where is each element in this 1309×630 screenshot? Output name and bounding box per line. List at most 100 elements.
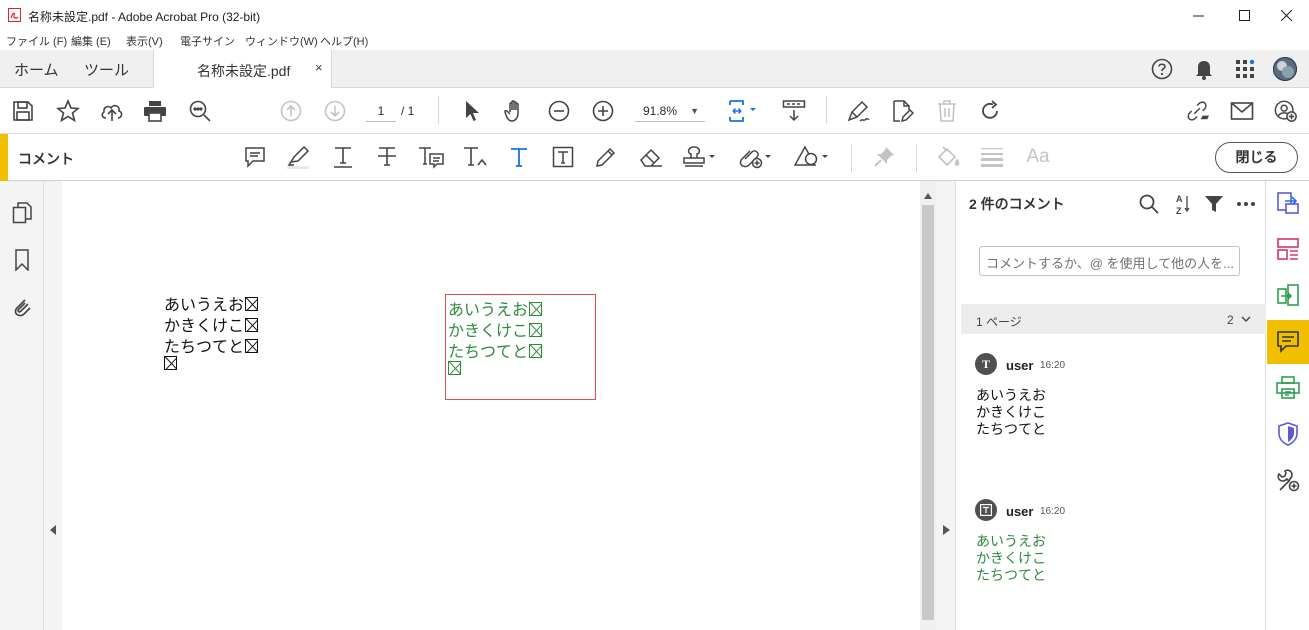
comment-entry[interactable]: user 16:20 あいうえお かきくけこ たちつてと [975, 499, 1255, 609]
close-comment-tool-button[interactable]: 閉じる [1215, 142, 1298, 173]
missing-glyph-box [529, 344, 543, 358]
hand-tool-icon[interactable] [503, 99, 527, 123]
pin-icon[interactable] [872, 145, 896, 169]
delete-trash-icon[interactable] [935, 99, 959, 123]
right-pane-collapse-strip[interactable] [936, 181, 956, 630]
sort-az-icon[interactable]: AZ [1171, 193, 1193, 215]
scroll-up-arrow-icon[interactable] [924, 193, 932, 199]
close-window-button[interactable] [1263, 0, 1309, 30]
left-pane-collapse-strip[interactable] [44, 181, 62, 630]
document-text-line: たちつてと [164, 333, 259, 357]
next-page-icon[interactable] [323, 99, 347, 123]
scroll-mode-icon[interactable] [782, 99, 806, 123]
right-tools-rail [1267, 181, 1309, 630]
menu-help[interactable]: ヘルプ(H) [320, 33, 368, 49]
missing-glyph-box [245, 339, 259, 353]
bookmark-star-icon[interactable] [56, 99, 80, 123]
protect-shield-icon[interactable] [1276, 422, 1300, 446]
organize-pages-icon[interactable] [1276, 237, 1300, 261]
shapes-icon[interactable] [793, 145, 831, 169]
line-weight-icon[interactable] [980, 145, 1004, 169]
comment-time: 16:20 [1040, 360, 1066, 371]
highlight-pen-icon[interactable] [286, 145, 310, 169]
chevron-down-icon [1241, 316, 1251, 322]
combine-files-icon[interactable] [1276, 283, 1300, 307]
menu-view[interactable]: 表示(V) [126, 33, 163, 49]
replace-text-icon[interactable] [417, 145, 445, 169]
underline-text-icon[interactable] [331, 145, 355, 169]
page-group-count: 2 [1227, 313, 1234, 327]
more-options-icon[interactable] [1235, 193, 1257, 215]
caret-right-icon[interactable] [943, 525, 950, 535]
edit-pdf-icon[interactable] [890, 99, 914, 123]
help-icon[interactable] [1150, 57, 1174, 81]
comment-author: user [1006, 504, 1034, 519]
missing-glyph-box [529, 302, 543, 316]
comment-entry[interactable]: T user 16:20 あいうえお かきくけこ たちつてと [975, 353, 1255, 463]
attach-file-icon[interactable] [737, 145, 773, 169]
add-text-icon[interactable] [507, 145, 531, 169]
text-box-icon[interactable] [551, 145, 575, 169]
upload-cloud-icon[interactable] [100, 99, 124, 123]
zoom-in-icon[interactable] [591, 99, 615, 123]
comment-input[interactable]: コメントするか、@ を使用して他の人を... [979, 246, 1240, 276]
print-icon[interactable] [143, 99, 167, 123]
page-fit-icon[interactable] [726, 99, 762, 123]
print-production-icon[interactable] [1276, 376, 1300, 400]
menu-edit[interactable]: 編集 (E) [71, 33, 111, 49]
notification-bell-icon[interactable] [1192, 57, 1216, 81]
fill-color-icon[interactable] [935, 145, 961, 169]
comment-tool-icon[interactable] [1276, 330, 1300, 354]
scrollbar-thumb[interactable] [922, 205, 934, 620]
maximize-button[interactable] [1221, 0, 1267, 30]
minimize-icon [1192, 15, 1204, 16]
left-navigation-pane [0, 181, 44, 630]
share-link-icon[interactable] [1186, 99, 1210, 123]
search-icon[interactable] [1138, 193, 1160, 215]
select-cursor-icon[interactable] [460, 99, 484, 123]
acrobat-pdf-icon [8, 8, 21, 22]
strikethrough-text-icon[interactable] [375, 145, 399, 169]
bookmark-icon[interactable] [10, 248, 34, 272]
svg-text:Z: Z [1176, 206, 1182, 215]
attachments-paperclip-icon[interactable] [10, 294, 34, 318]
add-user-icon[interactable] [1274, 99, 1298, 123]
zoom-out-icon[interactable] [547, 99, 571, 123]
page-thumbnails-icon[interactable] [10, 201, 34, 225]
filter-icon[interactable] [1203, 193, 1225, 215]
zoom-level-value: 91.8% [643, 104, 678, 118]
user-avatar[interactable] [1273, 57, 1297, 81]
page-group-header[interactable]: 1 ページ 2 [961, 304, 1266, 334]
zoom-level-dropdown[interactable]: 91.8% ▼ [635, 100, 705, 122]
more-tools-wrench-icon[interactable] [1276, 468, 1300, 492]
tab-tools[interactable]: ツール [84, 50, 129, 88]
tab-close-button[interactable]: × [315, 60, 323, 75]
menu-esign[interactable]: 電子サイン [180, 33, 235, 49]
menu-file[interactable]: ファイル (F) [6, 33, 67, 49]
text-properties-button[interactable]: Aa [1024, 145, 1052, 169]
document-viewer[interactable]: あいうえお かきくけこ たちつてと あいうえお かきくけこ たちつてと [62, 181, 920, 630]
caret-left-icon[interactable] [50, 525, 57, 535]
menu-window[interactable]: ウィンドウ(W) [245, 33, 318, 49]
rotate-icon[interactable] [978, 99, 1002, 123]
page-number-input[interactable]: 1 [366, 100, 396, 122]
comment-author: user [1006, 358, 1034, 373]
vertical-scrollbar[interactable] [920, 181, 936, 630]
tab-home[interactable]: ホーム [14, 50, 59, 88]
minimize-button[interactable] [1175, 0, 1221, 30]
page-group-label: 1 ページ [976, 315, 1022, 329]
apps-grid-icon[interactable] [1233, 57, 1257, 81]
previous-page-icon[interactable] [279, 99, 303, 123]
eraser-icon[interactable] [638, 145, 664, 169]
tab-document[interactable]: 名称未設定.pdf × [153, 50, 332, 88]
sticky-note-icon[interactable] [243, 145, 267, 169]
pencil-draw-icon[interactable] [594, 145, 618, 169]
sign-pen-icon[interactable] [846, 99, 870, 123]
stamp-icon[interactable] [682, 145, 718, 169]
export-pdf-icon[interactable] [1276, 191, 1300, 215]
save-icon[interactable] [11, 99, 35, 123]
comment-toolbar-divider [916, 144, 917, 172]
zoom-search-icon[interactable] [188, 99, 212, 123]
email-icon[interactable] [1230, 99, 1254, 123]
insert-text-icon[interactable] [462, 145, 490, 169]
